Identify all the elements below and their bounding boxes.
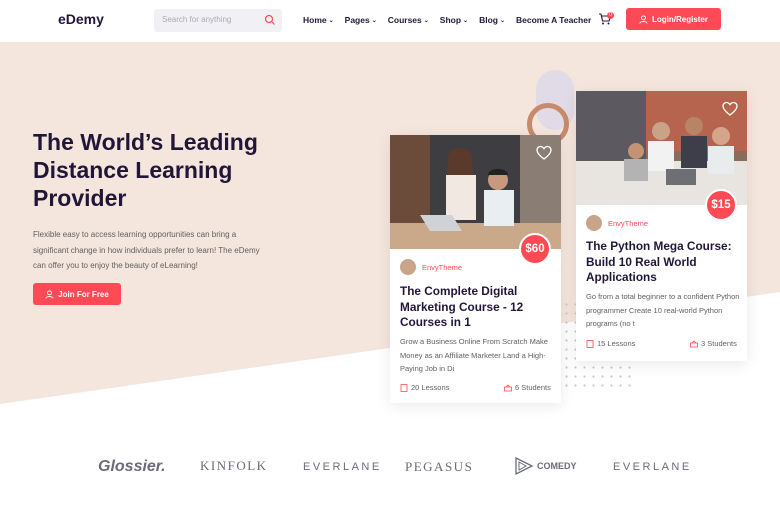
chevron-down-icon: ⌄ bbox=[423, 17, 429, 24]
chevron-down-icon: ⌄ bbox=[371, 17, 377, 24]
partner-logo-everlane: EVERLANE bbox=[303, 461, 382, 473]
price-badge: $60 bbox=[519, 233, 551, 265]
course-author[interactable]: EnvyTheme bbox=[586, 215, 648, 231]
logo[interactable]: eDemy bbox=[58, 11, 104, 27]
lessons-count: 20 Lessons bbox=[400, 383, 449, 392]
heart-icon[interactable] bbox=[722, 101, 738, 117]
course-title[interactable]: The Python Mega Course: Build 10 Real Wo… bbox=[586, 239, 741, 286]
partner-logo-glossier: Glossier. bbox=[98, 458, 166, 475]
students-icon bbox=[690, 339, 698, 347]
nav-item-home[interactable]: Home ⌄ bbox=[303, 15, 334, 25]
cart-count-badge: 0 bbox=[607, 12, 614, 19]
partner-logo-kinfolk: KINFOLK bbox=[200, 458, 268, 473]
book-icon bbox=[586, 339, 594, 348]
course-description: Go from a total beginner to a confident … bbox=[586, 292, 740, 328]
login-register-button[interactable]: Login/Register bbox=[626, 8, 721, 30]
avatar bbox=[400, 259, 416, 275]
partner-logo-pegasus: PEGASUS bbox=[405, 459, 474, 474]
user-icon bbox=[45, 289, 54, 299]
students-count: 3 Students bbox=[690, 339, 737, 348]
heart-icon[interactable] bbox=[536, 145, 552, 161]
search-input[interactable]: Search for anything bbox=[162, 15, 231, 24]
course-card-digital-marketing[interactable]: $60 EnvyTheme The Complete Digital Marke… bbox=[390, 135, 561, 403]
main-nav: Home ⌄ Pages ⌄ Courses ⌄ Shop ⌄ Blog ⌄ Become… bbox=[303, 15, 591, 25]
nav-item-become-teacher[interactable]: Become A Teacher bbox=[516, 15, 591, 25]
course-card-python[interactable]: $15 EnvyTheme The Python Mega Course: Bu… bbox=[576, 91, 747, 361]
course-description: Grow a Business Online From Scratch Make… bbox=[400, 337, 548, 373]
students-count: 6 Students bbox=[504, 383, 551, 392]
lessons-count: 15 Lessons bbox=[586, 339, 635, 348]
students-icon bbox=[504, 383, 512, 391]
avatar bbox=[586, 215, 602, 231]
search-icon[interactable] bbox=[264, 14, 276, 26]
hero-description: Flexible easy to access learning opportu… bbox=[33, 230, 260, 270]
partner-logos: Glossier. KINFOLK EVERLANE PEGASUS COMED… bbox=[0, 440, 780, 500]
price-badge: $15 bbox=[705, 189, 737, 221]
nav-item-courses[interactable]: Courses ⌄ bbox=[388, 15, 429, 25]
course-author[interactable]: EnvyTheme bbox=[400, 259, 462, 275]
partner-logo-comedy: COMEDY bbox=[514, 457, 577, 475]
user-icon bbox=[639, 14, 648, 24]
nav-item-blog[interactable]: Blog ⌄ bbox=[479, 15, 505, 25]
chevron-down-icon: ⌄ bbox=[463, 17, 469, 24]
course-title[interactable]: The Complete Digital Marketing Course - … bbox=[400, 284, 540, 331]
nav-item-pages[interactable]: Pages ⌄ bbox=[345, 15, 377, 25]
play-triangle-icon bbox=[515, 457, 534, 475]
partner-logo-everlane-2: EVERLANE bbox=[613, 461, 692, 473]
site-header: eDemy Search for anything Home ⌄ Pages ⌄ C… bbox=[0, 0, 780, 42]
chevron-down-icon: ⌄ bbox=[499, 17, 505, 24]
book-icon bbox=[400, 383, 408, 392]
hero-title: The World’s Leading Distance Learning Pr… bbox=[33, 129, 258, 211]
join-for-free-button[interactable]: Join For Free bbox=[33, 283, 121, 305]
chevron-down-icon: ⌄ bbox=[328, 17, 334, 24]
search-box[interactable]: Search for anything bbox=[154, 9, 282, 32]
nav-item-shop[interactable]: Shop ⌄ bbox=[440, 15, 468, 25]
